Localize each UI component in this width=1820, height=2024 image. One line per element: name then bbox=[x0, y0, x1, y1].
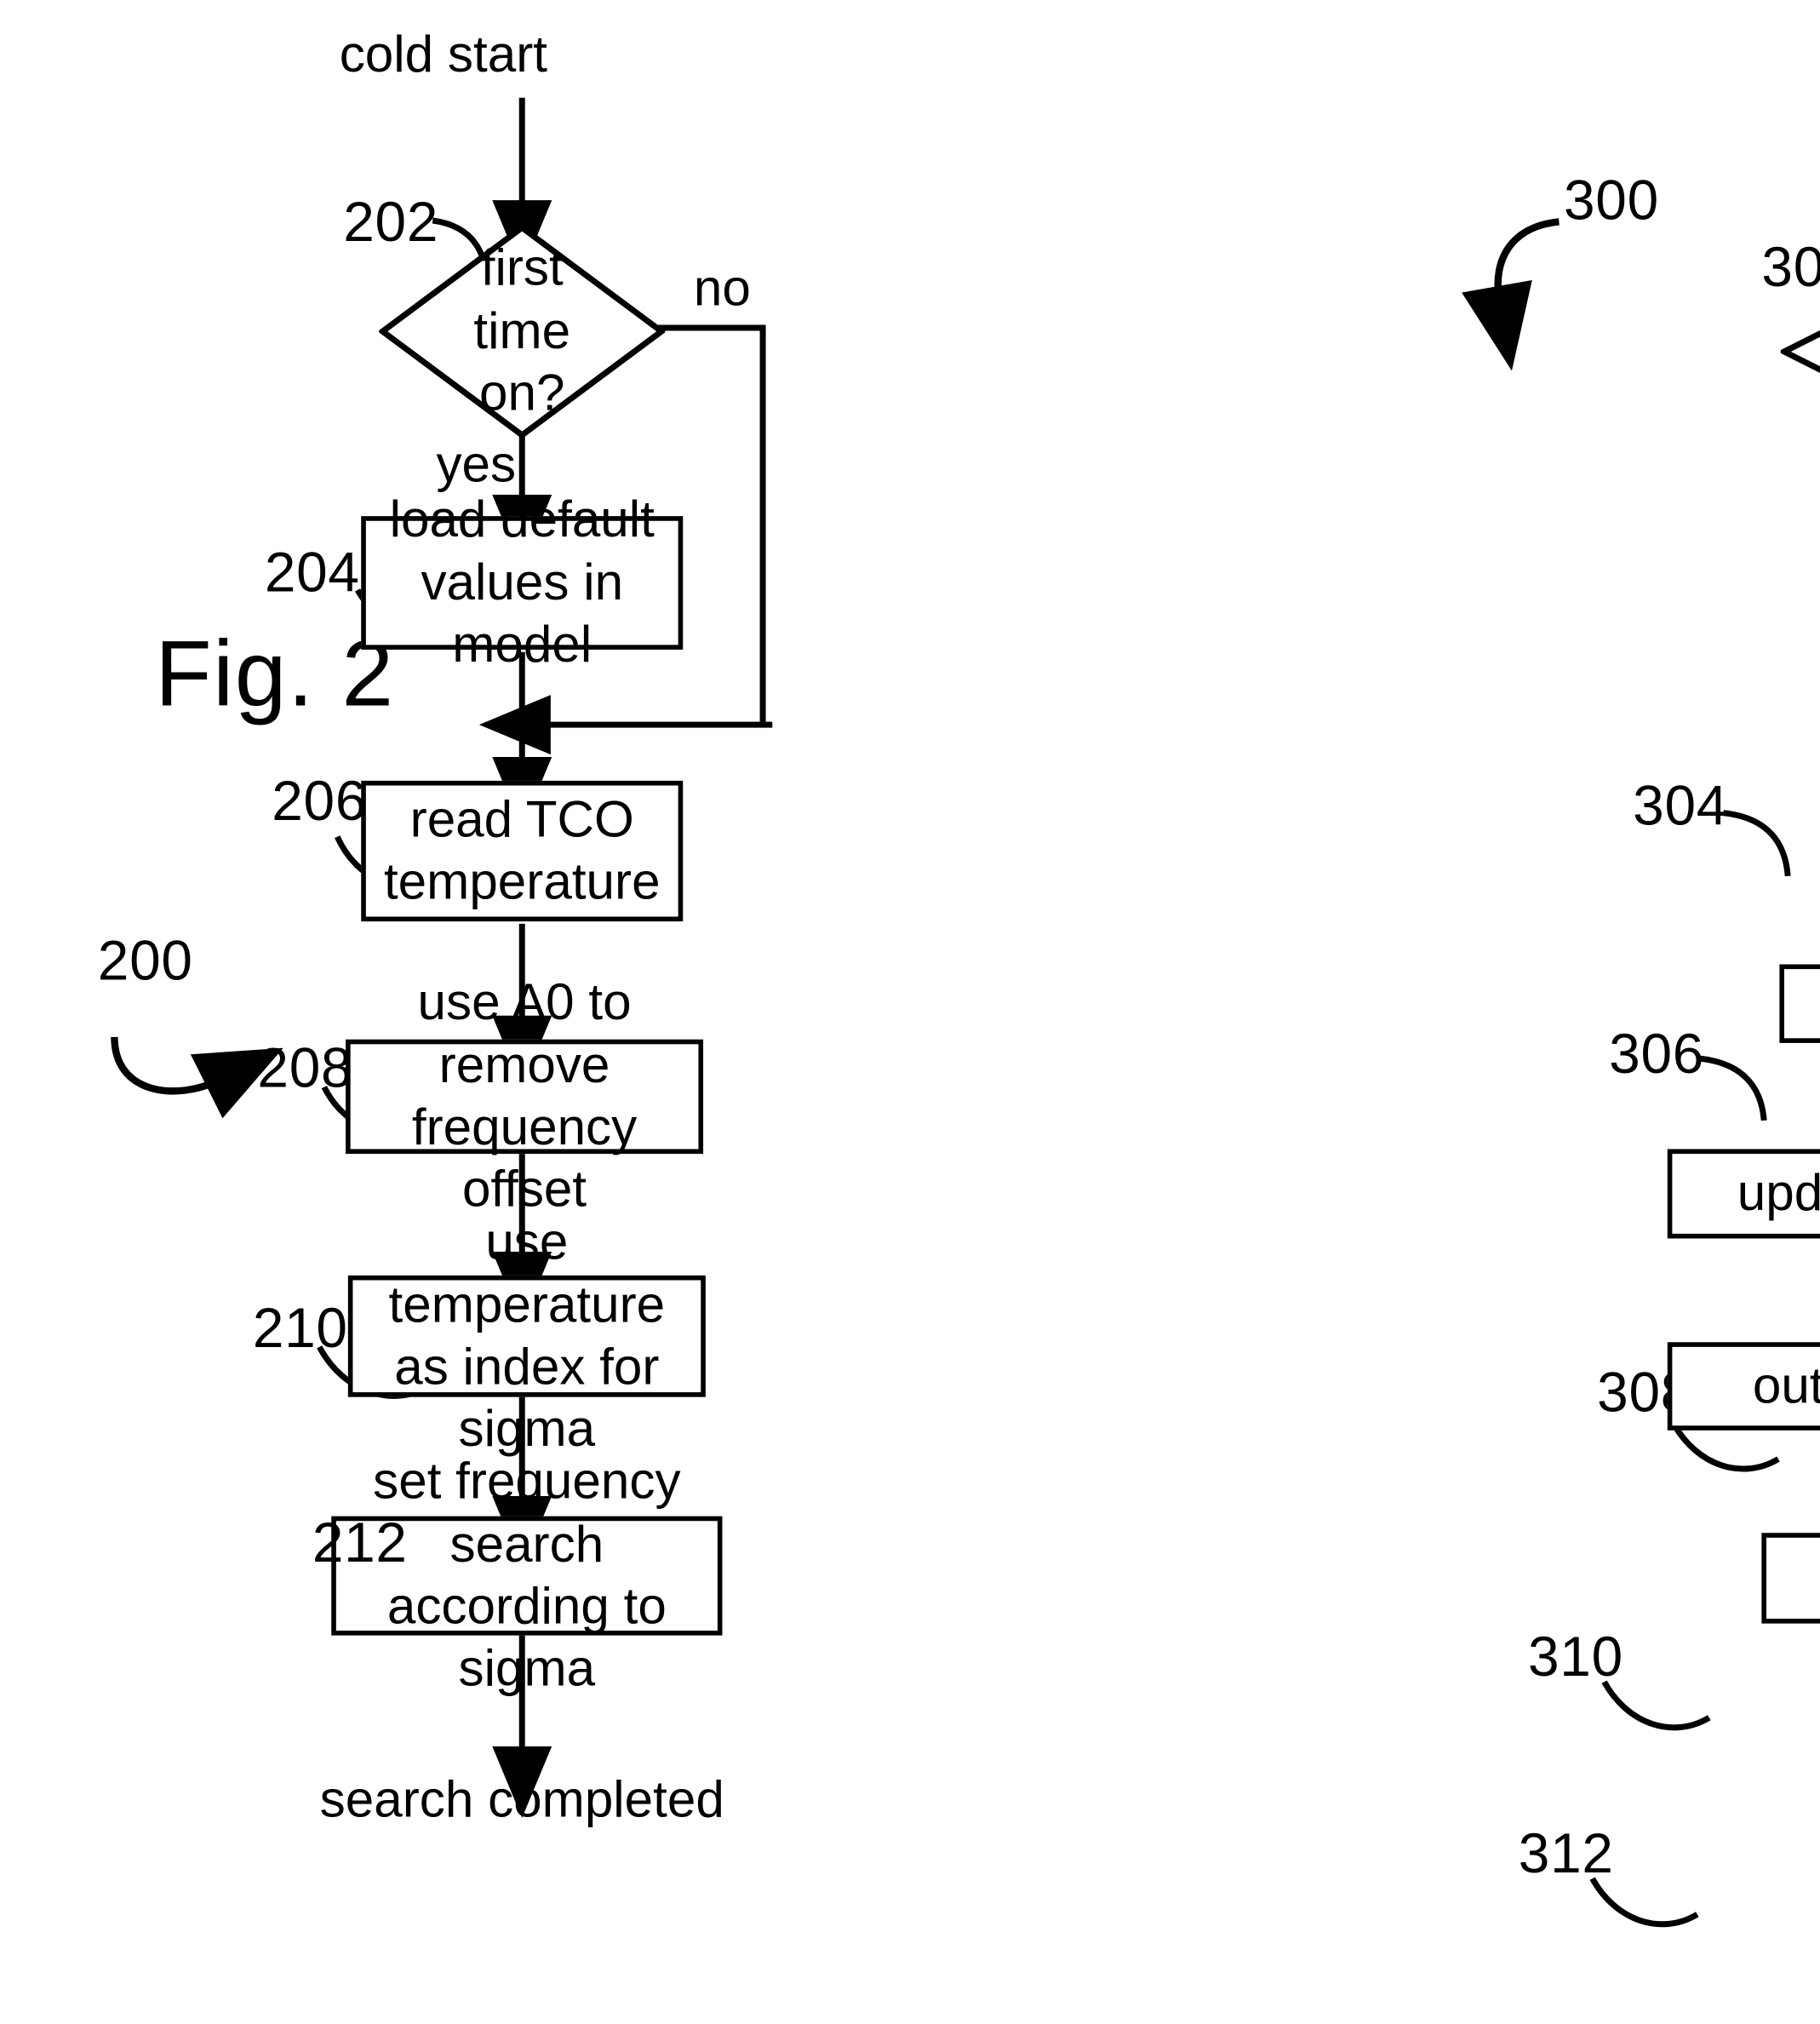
figure-ref-200: 200 bbox=[97, 928, 193, 992]
fig2-step-208: use A0 to remove frequency offset bbox=[346, 974, 704, 1218]
fig2-decision-202-text: first time on? bbox=[473, 239, 571, 422]
fig2-ref-204: 204 bbox=[264, 540, 360, 604]
fig2-step-204: load default values in model bbox=[361, 491, 684, 674]
fig2-ref-212: 212 bbox=[312, 1510, 408, 1574]
fig3-step-310: update decision manager bbox=[1667, 1149, 1820, 1239]
fig2-step-206: read TCO temperature bbox=[361, 780, 684, 922]
fig2-step-210: use temperature as index for sigma bbox=[347, 1213, 706, 1459]
fig2-branch-yes-label: yes bbox=[436, 436, 517, 494]
fig2-ref-202: 202 bbox=[343, 189, 439, 253]
fig2-ref-210: 210 bbox=[252, 1295, 348, 1359]
fig3-step-308: long-term filter bbox=[1779, 964, 1820, 1043]
patent-figure-sheet: Fig. 2 200 cold start first time on? 202 n… bbox=[0, 0, 1820, 2024]
fig3-ref-302: 302 bbox=[1761, 234, 1820, 298]
figure-ref-300: 300 bbox=[1563, 168, 1659, 232]
fig3-step-312: output aging and sigma bbox=[1667, 1342, 1820, 1431]
fig2-start-terminal-text: cold start bbox=[339, 26, 547, 83]
fig3-ref-304: 304 bbox=[1633, 773, 1729, 837]
fig2-branch-no-label: no bbox=[693, 260, 751, 318]
figure-label-2: Fig. 2 bbox=[155, 621, 395, 726]
fig3-ref-310: 310 bbox=[1527, 1625, 1623, 1689]
fig3-ref-306: 306 bbox=[1609, 1021, 1705, 1085]
fig2-end-terminal: search completed bbox=[319, 1771, 724, 1829]
fig3-ref-312: 312 bbox=[1518, 1821, 1614, 1885]
fig3-step-314: tune SCXO model bbox=[1761, 1533, 1820, 1624]
fig2-ref-208: 208 bbox=[257, 1035, 353, 1099]
flow-connectors bbox=[111, 97, 1791, 1928]
fig2-ref-206: 206 bbox=[272, 768, 368, 833]
fig2-decision-202: first time on? bbox=[379, 224, 666, 439]
